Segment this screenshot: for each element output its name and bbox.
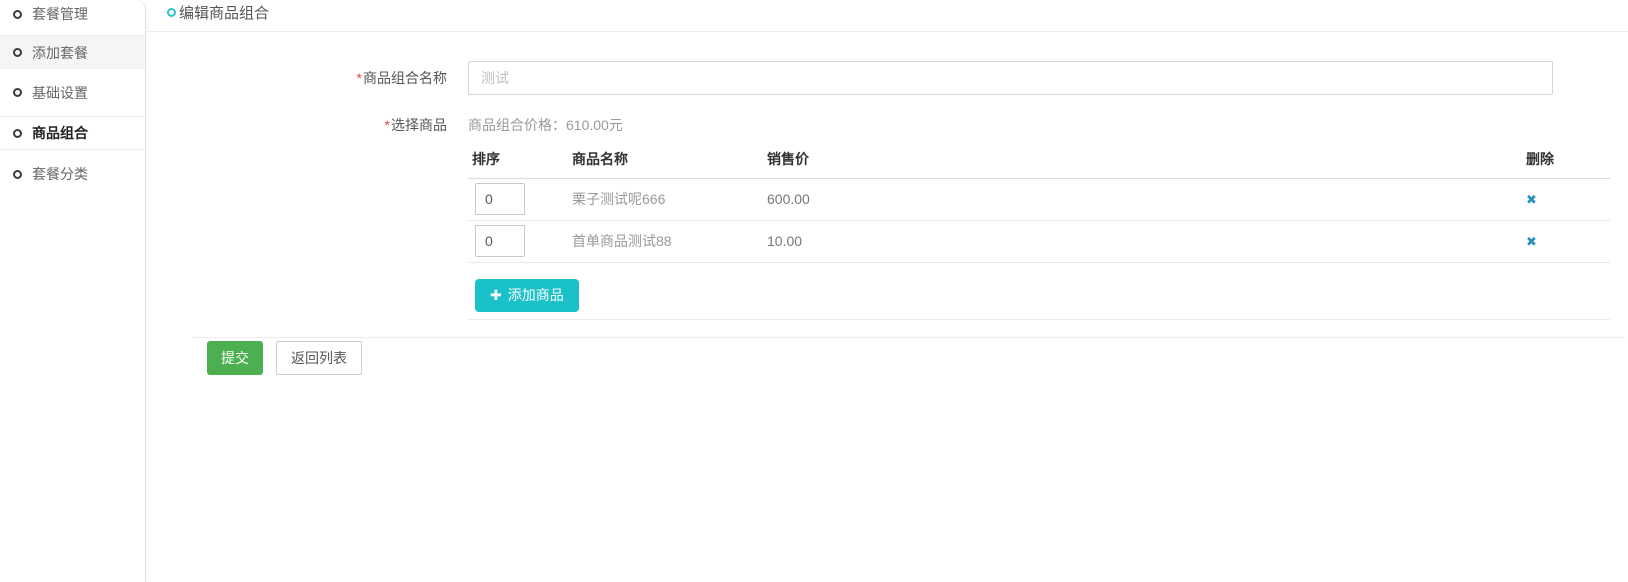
product-name: 首单商品测试88 [568,220,763,262]
sort-input[interactable] [475,225,525,257]
sort-input[interactable] [475,183,525,215]
circle-icon [13,129,22,138]
sidebar-item-product-combo[interactable]: 商品组合 [0,117,145,150]
sidebar-item-label: 添加套餐 [32,43,88,63]
action-buttons-row: 提交 返回列表 [207,341,1628,375]
required-marker: * [357,70,362,86]
sidebar: 套餐管理 添加套餐 基础设置 商品组合 套餐分类 [0,0,146,582]
title-circle-icon [167,8,176,17]
sidebar-item-package-management[interactable]: 套餐管理 [0,0,145,36]
table-header-row: 排序 商品名称 销售价 删除 [468,140,1610,178]
combo-price-summary: 商品组合价格：610.00元 [468,117,623,134]
select-products-row: *选择商品 商品组合价格：610.00元 [147,117,1628,134]
product-price: 10.00 [763,220,1522,262]
add-product-row: ✚ 添加商品 [468,279,1628,312]
back-to-list-button[interactable]: 返回列表 [276,341,362,375]
table-row: 首单商品测试88 10.00 ✖ [468,220,1610,262]
sidebar-menu: 套餐管理 添加套餐 基础设置 商品组合 套餐分类 [0,0,145,198]
column-header-name: 商品名称 [568,140,763,178]
plus-icon: ✚ [490,287,502,304]
add-product-button[interactable]: ✚ 添加商品 [475,279,579,312]
sidebar-item-add-package[interactable]: 添加套餐 [0,36,145,69]
page-title: 编辑商品组合 [179,2,269,23]
circle-icon [13,88,22,97]
footer-divider [192,337,1625,338]
sidebar-item-label: 套餐分类 [32,164,88,184]
sidebar-item-label: 商品组合 [32,123,88,143]
column-header-sort: 排序 [468,140,568,178]
combo-name-row: *商品组合名称 [147,61,1628,95]
sidebar-item-label: 套餐管理 [32,4,88,24]
sidebar-item-package-category[interactable]: 套餐分类 [0,150,145,198]
column-header-price: 销售价 [763,140,1522,178]
content-header: 编辑商品组合 [147,0,1628,32]
submit-button[interactable]: 提交 [207,341,263,375]
circle-icon [13,48,22,57]
delete-icon[interactable]: ✖ [1526,192,1537,208]
product-price: 600.00 [763,178,1522,220]
sidebar-item-label: 基础设置 [32,83,88,103]
table-row: 栗子测试呢666 600.00 ✖ [468,178,1610,220]
delete-icon[interactable]: ✖ [1526,234,1537,250]
products-table: 排序 商品名称 销售价 删除 栗子测试呢666 600.00 ✖ 首单商品测试8… [468,140,1610,263]
select-products-label: *选择商品 [147,117,468,134]
combo-name-label: *商品组合名称 [147,61,468,95]
required-marker: * [385,117,390,133]
product-name: 栗子测试呢666 [568,178,763,220]
sidebar-item-basic-settings[interactable]: 基础设置 [0,69,145,117]
form-section-divider [468,319,1610,320]
combo-name-input[interactable] [468,61,1553,95]
circle-icon [13,10,22,19]
main-content: 编辑商品组合 *商品组合名称 *选择商品 商品组合价格：610.00元 排序 商… [147,0,1628,582]
circle-icon [13,170,22,179]
column-header-delete: 删除 [1522,140,1610,178]
